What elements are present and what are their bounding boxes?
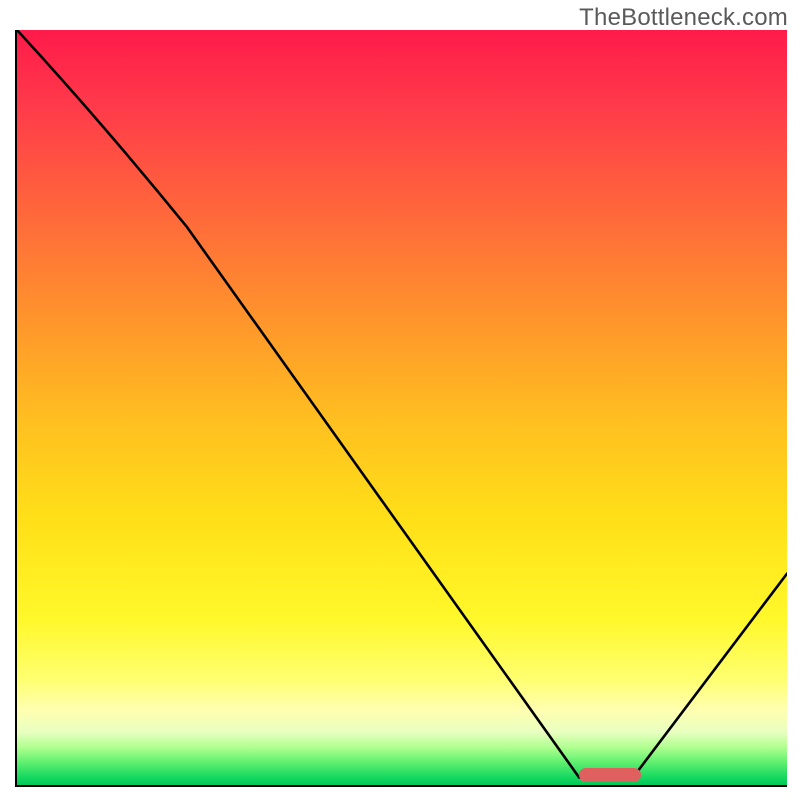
bottleneck-curve [17,30,787,785]
optimum-marker [579,768,641,782]
chart-container: TheBottleneck.com [0,0,800,800]
plot-area [15,30,787,787]
watermark-label: TheBottleneck.com [579,4,788,32]
curve-path [17,30,787,779]
